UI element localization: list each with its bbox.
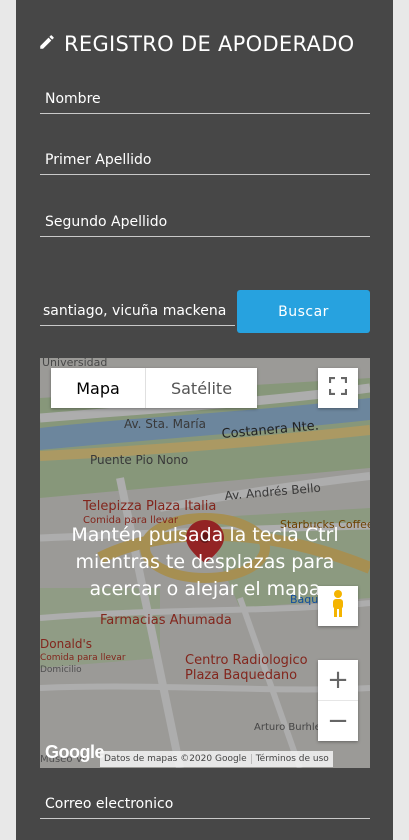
search-button[interactable]: Buscar — [237, 290, 370, 333]
map-type-satellite-button[interactable]: Satélite — [146, 368, 257, 408]
primer-apellido-field[interactable]: Primer Apellido — [40, 149, 370, 175]
zoom-out-button[interactable]: − — [318, 701, 358, 741]
zoom-in-button[interactable]: + — [318, 660, 358, 701]
pegman-icon — [329, 589, 347, 623]
segundo-apellido-field[interactable]: Segundo Apellido — [40, 211, 370, 237]
form-title: REGISTRO DE APODERADO — [38, 28, 355, 60]
map-type-map-button[interactable]: Mapa — [51, 368, 146, 408]
map-container[interactable]: Universidad Av. Sta. María Costanera Nte… — [40, 358, 370, 768]
nombre-field[interactable]: Nombre — [40, 88, 370, 114]
pencil-icon — [38, 32, 56, 56]
fullscreen-button[interactable] — [318, 368, 358, 408]
map-terms-link[interactable]: Términos de uso — [250, 754, 333, 764]
fullscreen-icon — [328, 376, 348, 399]
google-logo: Google — [45, 742, 105, 762]
zoom-control[interactable]: + − — [318, 660, 358, 741]
map-type-control[interactable]: Mapa Satélite — [51, 368, 257, 408]
map-footer: Datos de mapas ©2020 Google Términos de … — [100, 751, 333, 767]
address-search-input[interactable]: santiago, vicuña mackena — [40, 298, 235, 326]
map-data-attribution: Datos de mapas ©2020 Google — [104, 754, 247, 764]
correo-field[interactable]: Correo electronico — [40, 793, 370, 819]
form-title-text: REGISTRO DE APODERADO — [64, 32, 355, 56]
street-view-button[interactable] — [318, 586, 358, 626]
